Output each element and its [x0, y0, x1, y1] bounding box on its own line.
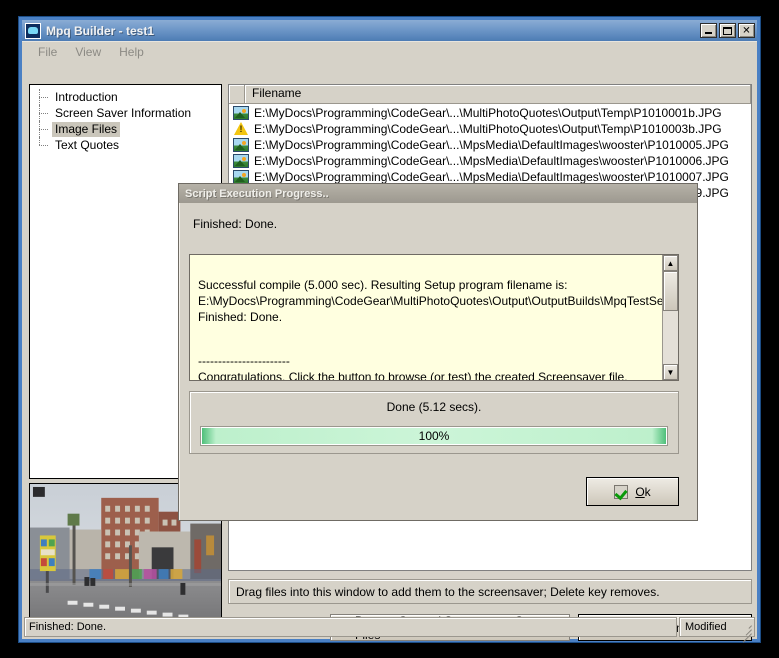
log-line: Finished: Done.	[198, 310, 283, 324]
log-spacer	[198, 325, 662, 353]
drag-drop-hint-text: Drag files into this window to add them …	[236, 584, 660, 599]
progress-label: Done (5.12 secs).	[386, 400, 482, 414]
dialog-title: Script Execution Progress..	[185, 187, 329, 200]
column-header-icon[interactable]	[229, 85, 245, 103]
tree-item-image-files[interactable]: Image Files	[30, 121, 221, 137]
progress-bar: 100%	[200, 426, 668, 446]
image-icon	[233, 106, 249, 120]
scroll-up-button[interactable]: ▲	[663, 255, 678, 271]
dialog-title-bar[interactable]: Script Execution Progress..	[179, 184, 697, 203]
tree-connector-icon	[34, 137, 52, 153]
scrollbar-track[interactable]	[663, 271, 678, 364]
column-header-filename[interactable]: Filename	[245, 85, 751, 103]
maximize-button[interactable]	[719, 23, 736, 38]
log-line: E:\MyDocs\Programming\CodeGear\MultiPhot…	[198, 294, 662, 308]
image-icon	[233, 138, 249, 152]
file-name-cell: E:\MyDocs\Programming\CodeGear\...\MpsMe…	[254, 154, 729, 168]
window-controls: ✕	[700, 23, 755, 38]
progress-panel: Done (5.12 secs). 100%	[189, 391, 679, 454]
file-list-header: Filename	[229, 85, 751, 104]
title-bar[interactable]: Mpq Builder - test1 ✕	[22, 20, 757, 41]
image-icon	[233, 170, 249, 184]
table-row[interactable]: E:\MyDocs\Programming\CodeGear\...\Multi…	[229, 105, 751, 121]
tree-connector-icon	[34, 121, 52, 137]
status-state-label: Modified	[685, 621, 727, 633]
menu-bar: File View Help	[22, 42, 757, 62]
log-line: Congratulations. Click the button to bro…	[198, 370, 628, 380]
tree-item-label: Image Files	[52, 121, 121, 137]
warning-icon	[233, 122, 249, 136]
script-execution-progress-dialog: Script Execution Progress.. Finished: Do…	[178, 183, 698, 521]
tree-item-label: Screen Saver Information	[55, 105, 192, 120]
tree-item-label: Text Quotes	[55, 137, 120, 152]
window-title: Mpq Builder - test1	[46, 23, 155, 38]
log-scrollbar[interactable]: ▲ ▼	[662, 255, 678, 380]
dialog-message: Finished: Done.	[193, 217, 278, 231]
ok-button-label: Ok	[635, 485, 650, 499]
app-icon	[25, 22, 41, 39]
close-icon: ✕	[742, 25, 751, 36]
execution-log-text: Successful compile (5.000 sec). Resultin…	[190, 255, 662, 380]
status-state-pane: Modified	[679, 617, 755, 643]
tree-item-introduction[interactable]: Introduction	[30, 89, 221, 105]
scrollbar-thumb[interactable]	[663, 271, 678, 311]
tree-connector-icon	[34, 105, 52, 121]
drag-drop-hint: Drag files into this window to add them …	[228, 579, 752, 604]
progress-percent-label: 100%	[418, 429, 450, 443]
status-message: Finished: Done.	[24, 617, 677, 637]
execution-log[interactable]: Successful compile (5.000 sec). Resultin…	[189, 254, 679, 381]
image-icon	[233, 154, 249, 168]
menu-item-help[interactable]: Help	[110, 43, 153, 61]
ok-button[interactable]: Ok	[586, 477, 679, 506]
table-row[interactable]: E:\MyDocs\Programming\CodeGear\...\MpsMe…	[229, 153, 751, 169]
resize-grip-icon[interactable]	[738, 621, 752, 643]
ok-accelerator: O	[635, 484, 645, 499]
table-row[interactable]: E:\MyDocs\Programming\CodeGear\...\Multi…	[229, 121, 751, 137]
minimize-button[interactable]	[700, 23, 717, 38]
ok-label-rest: k	[644, 484, 651, 499]
green-check-icon	[614, 484, 629, 499]
close-button[interactable]: ✕	[738, 23, 755, 38]
file-name-cell: E:\MyDocs\Programming\CodeGear\...\Multi…	[254, 106, 722, 120]
tree-item-screen-saver-information[interactable]: Screen Saver Information	[30, 105, 221, 121]
file-name-cell: E:\MyDocs\Programming\CodeGear\...\Multi…	[254, 122, 722, 136]
status-bar: Finished: Done. Modified	[24, 617, 755, 643]
table-row[interactable]: E:\MyDocs\Programming\CodeGear\...\MpsMe…	[229, 137, 751, 153]
file-name-cell: E:\MyDocs\Programming\CodeGear\...\MpsMe…	[254, 170, 729, 184]
log-line: -----------------------	[198, 354, 290, 368]
file-name-cell: E:\MyDocs\Programming\CodeGear\...\MpsMe…	[254, 138, 729, 152]
log-line: Successful compile (5.000 sec). Resultin…	[198, 278, 568, 292]
tree-item-label: Introduction	[55, 89, 118, 104]
menu-item-file[interactable]: File	[29, 43, 66, 61]
tree-connector-icon	[34, 89, 52, 105]
scroll-down-button[interactable]: ▼	[663, 364, 678, 380]
menu-item-view[interactable]: View	[66, 43, 110, 61]
tree-item-text-quotes[interactable]: Text Quotes	[30, 137, 221, 153]
screen: Mpq Builder - test1 ✕ File View Help Int…	[0, 0, 779, 658]
